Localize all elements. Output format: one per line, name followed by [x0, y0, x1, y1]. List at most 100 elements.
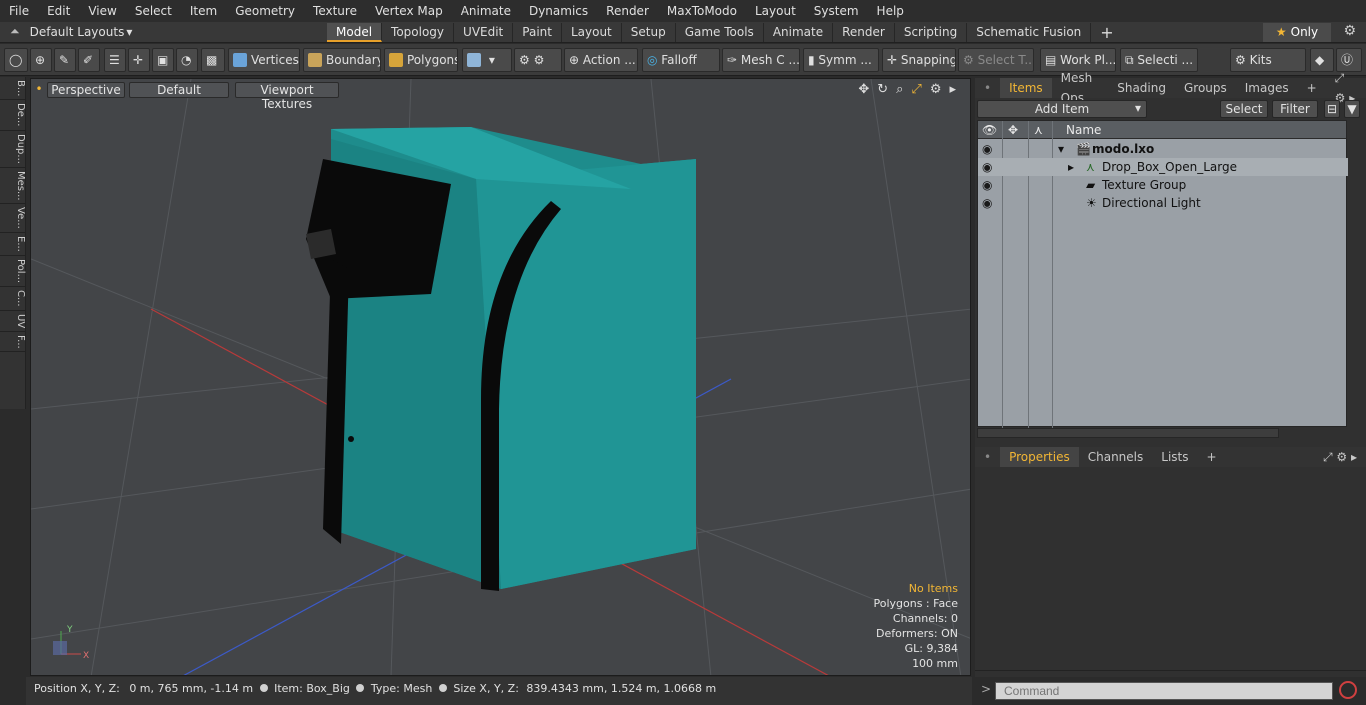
cube-icon[interactable]: ▩ — [201, 48, 225, 72]
chevron-down-icon[interactable]: ▾ — [1130, 100, 1146, 118]
horizontal-scrollbar[interactable] — [977, 428, 1279, 438]
eye-icon[interactable]: ◉ — [982, 140, 992, 158]
rotate-icon[interactable]: ↻ — [877, 82, 888, 97]
tab-lists[interactable]: Lists — [1152, 447, 1197, 467]
pen-icon[interactable]: ✎ — [54, 48, 76, 72]
tab-setup[interactable]: Setup — [622, 23, 676, 42]
expand-arrow-icon[interactable]: ▸ — [1068, 158, 1074, 176]
left-tab-vertex[interactable]: Ve... — [0, 204, 26, 234]
eye-icon[interactable]: ◉ — [982, 176, 992, 194]
tab-game-tools[interactable]: Game Tools — [676, 23, 764, 42]
menu-layout[interactable]: Layout — [746, 0, 805, 22]
left-tab-deform[interactable]: De... — [0, 100, 26, 131]
left-tab-polygon[interactable]: Pol... — [0, 256, 26, 287]
play-icon[interactable]: ▸ — [949, 82, 956, 97]
menu-select[interactable]: Select — [126, 0, 181, 22]
center-icon[interactable]: ✛ — [128, 48, 150, 72]
menu-item[interactable]: Item — [181, 0, 226, 22]
tab-schematic-fusion[interactable]: Schematic Fusion — [967, 23, 1092, 42]
tab-channels[interactable]: Channels — [1079, 447, 1153, 467]
gear-icon[interactable]: ⚙ — [1343, 23, 1356, 39]
align-icon[interactable]: ☰ — [104, 48, 126, 72]
expand-arrow-icon[interactable]: ▾ — [1058, 140, 1064, 158]
action-button[interactable]: ⊕ Action ... — [564, 48, 638, 72]
left-tab-mesh-edit[interactable]: Mes... — [0, 168, 26, 205]
eye-icon[interactable]: ◉ — [982, 194, 992, 212]
funnel-icon[interactable]: ▼ — [1344, 100, 1360, 118]
tab-uvedit[interactable]: UVEdit — [454, 23, 514, 42]
viewport-settings-icon[interactable]: ⚙ — [930, 82, 942, 97]
tab-animate[interactable]: Animate — [764, 23, 834, 42]
add-panel-tab-icon[interactable]: + — [1198, 447, 1226, 467]
menu-system[interactable]: System — [805, 0, 868, 22]
tab-topology[interactable]: Topology — [382, 23, 455, 42]
kits-button[interactable]: ⚙ Kits — [1230, 48, 1306, 72]
tab-paint[interactable]: Paint — [513, 23, 562, 42]
menu-texture[interactable]: Texture — [304, 0, 366, 22]
menu-vertex-map[interactable]: Vertex Map — [366, 0, 452, 22]
panel-expand-icon[interactable]: ⤢ ⚙ ▸ — [1314, 447, 1366, 467]
menu-geometry[interactable]: Geometry — [226, 0, 304, 22]
menu-file[interactable]: File — [0, 0, 38, 22]
menu-animate[interactable]: Animate — [452, 0, 520, 22]
add-panel-tab-icon[interactable]: + — [1298, 78, 1326, 98]
collapse-icon[interactable]: ⊟ — [1324, 100, 1340, 118]
brush-icon[interactable]: ✐ — [78, 48, 100, 72]
select-button[interactable]: Select — [1220, 100, 1268, 118]
pie-icon[interactable]: ◔ — [176, 48, 198, 72]
left-tab-basic[interactable]: B... — [0, 77, 26, 101]
default-shading-button[interactable]: Default — [129, 82, 229, 98]
tab-layout[interactable]: Layout — [562, 23, 622, 42]
panel-dot-icon[interactable]: • — [975, 78, 1000, 98]
tree-row-mesh[interactable]: ◉ ▸ ⋏ Drop_Box_Open_Large — [978, 158, 1348, 176]
filter-button[interactable]: Filter — [1272, 100, 1318, 118]
falloff-button[interactable]: ◎ Falloff — [642, 48, 720, 72]
eye-icon[interactable]: ◉ — [982, 158, 992, 176]
maximize-icon[interactable]: ⤢ — [911, 82, 921, 97]
viewport-menu-dot-icon[interactable]: • — [35, 82, 43, 98]
tree-row-texture-group[interactable]: ◉ ▰ Texture Group — [978, 176, 1348, 194]
add-item-button[interactable]: Add Item — [977, 100, 1147, 118]
panel-dot-icon[interactable]: • — [975, 447, 1000, 467]
square-icon[interactable]: ▣ — [152, 48, 174, 72]
tab-shading[interactable]: Shading — [1108, 78, 1175, 98]
tab-scripting[interactable]: Scripting — [895, 23, 968, 42]
symmetry-button[interactable]: ▮ Symm ... — [803, 48, 879, 72]
command-input[interactable] — [995, 682, 1333, 700]
menu-edit[interactable]: Edit — [38, 0, 79, 22]
tab-render[interactable]: Render — [833, 23, 895, 42]
add-tab-plus-icon[interactable]: + — [1091, 23, 1122, 42]
select-through-button[interactable]: ⚙ Select T... — [958, 48, 1034, 72]
viewport-textures-button[interactable]: Viewport Textures — [235, 82, 339, 111]
left-tab-fusion[interactable]: F... — [0, 332, 26, 353]
snapping-button[interactable]: ✛ Snapping — [882, 48, 956, 72]
menu-maxtomodo[interactable]: MaxToModo — [658, 0, 746, 22]
tools-icon[interactable]: ⚙ ⚙ — [514, 48, 562, 72]
vertices-button[interactable]: Vertices — [228, 48, 300, 72]
menu-help[interactable]: Help — [868, 0, 913, 22]
move-icon[interactable]: ✥ — [858, 82, 869, 97]
item-mode-button[interactable]: ▾ — [462, 48, 512, 72]
tab-items[interactable]: Items — [1000, 78, 1052, 98]
selection-sets-button[interactable]: ⧉ Selecti ... — [1120, 48, 1198, 72]
name-column-header[interactable]: Name — [1066, 121, 1101, 139]
mesh-constraint-button[interactable]: ✑ Mesh C ... — [722, 48, 800, 72]
perspective-button[interactable]: Perspective — [47, 82, 125, 98]
tree-row-scene[interactable]: ◉ ▾ 🎬 modo.lxo — [978, 140, 1348, 158]
only-toggle[interactable]: ★ Only — [1263, 23, 1331, 42]
left-tab-edge[interactable]: E... — [0, 233, 26, 256]
left-tab-uv[interactable]: UV — [0, 311, 26, 332]
left-tab-curve[interactable]: C... — [0, 287, 26, 311]
left-tab-duplicate[interactable]: Dup... — [0, 131, 26, 168]
circle-select-icon[interactable]: ◯ — [4, 48, 28, 72]
tab-model[interactable]: Model — [327, 23, 383, 42]
record-icon[interactable] — [1339, 681, 1357, 699]
tab-properties[interactable]: Properties — [1000, 447, 1079, 467]
tab-groups[interactable]: Groups — [1175, 78, 1236, 98]
menu-view[interactable]: View — [79, 0, 125, 22]
globe-icon[interactable]: ⊕ — [30, 48, 52, 72]
tab-images[interactable]: Images — [1236, 78, 1298, 98]
menu-dynamics[interactable]: Dynamics — [520, 0, 597, 22]
tree-row-light[interactable]: ◉ ☀ Directional Light — [978, 194, 1348, 212]
menu-render[interactable]: Render — [597, 0, 658, 22]
